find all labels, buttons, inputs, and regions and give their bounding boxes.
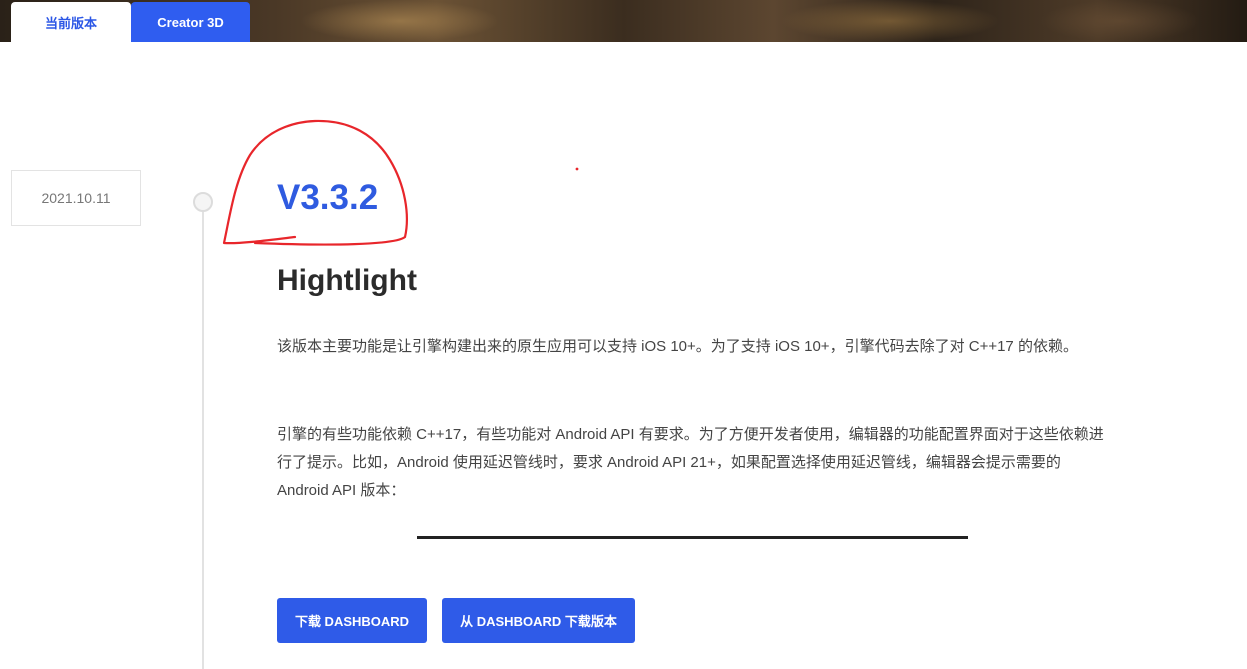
- release-note-paragraph: 该版本主要功能是让引擎构建出来的原生应用可以支持 iOS 10+。为了支持 iO…: [277, 338, 1078, 355]
- download-dashboard-button[interactable]: 下载 DASHBOARD: [277, 598, 427, 643]
- banner-artwork: [300, 0, 500, 42]
- release-date-badge: 2021.10.11: [11, 170, 141, 226]
- timeline-dot: [193, 192, 213, 212]
- download-from-dashboard-button[interactable]: 从 DASHBOARD 下载版本: [442, 598, 635, 643]
- page: 当前版本 Creator 3D 2021.10.11 V3.3.2 Hightl…: [0, 0, 1247, 669]
- release-note-paragraph: 引擎的有些功能依赖 C++17，有些功能对 Android API 有要求。为了…: [277, 426, 1104, 499]
- image-divider: [417, 536, 968, 539]
- timeline-line: [202, 210, 204, 669]
- banner-artwork-highlight: [780, 0, 1000, 42]
- version-title: V3.3.2: [277, 178, 379, 217]
- banner-artwork-shade: [1040, 0, 1200, 42]
- highlight-heading: Hightlight: [277, 264, 417, 297]
- tab-creator-3d[interactable]: Creator 3D: [131, 2, 250, 42]
- tab-current-version[interactable]: 当前版本: [11, 2, 131, 42]
